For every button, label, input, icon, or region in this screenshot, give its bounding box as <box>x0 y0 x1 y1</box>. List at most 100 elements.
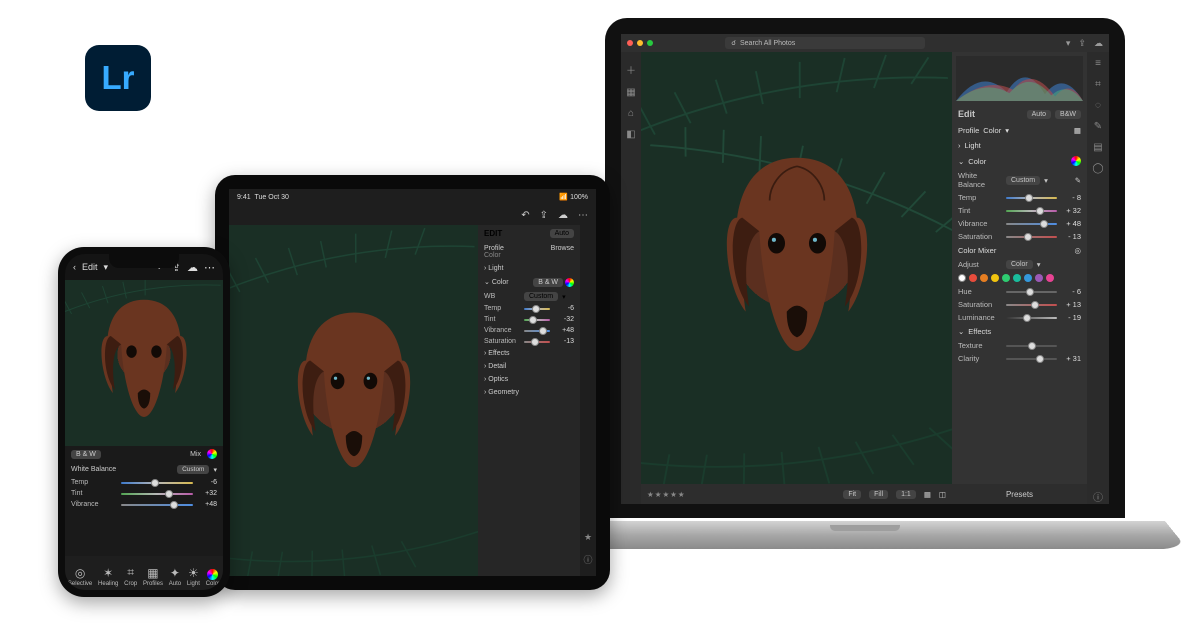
profile-row[interactable]: Profile Browse Color <box>478 242 580 262</box>
slider-tint[interactable]: Tint+32 <box>65 488 223 499</box>
crop-icon[interactable]: ⌗ <box>1095 79 1101 90</box>
slider-track[interactable] <box>1006 236 1057 238</box>
cloud-icon[interactable]: ☁ <box>187 261 198 274</box>
chevron-down-icon[interactable]: ▾ <box>104 262 109 273</box>
wb-dropdown[interactable]: Custom <box>1006 176 1040 185</box>
slider-thumb[interactable] <box>1031 301 1039 309</box>
slider-vibrance[interactable]: Vibrance + 48 <box>952 217 1087 230</box>
slider-track[interactable] <box>1006 197 1057 199</box>
effects-section[interactable]: ⌄ Effects <box>952 324 1087 339</box>
slider-luminance[interactable]: Luminance - 19 <box>952 311 1087 324</box>
more-icon[interactable]: ⋯ <box>204 261 215 274</box>
zoom-fill-button[interactable]: Fill <box>869 490 888 499</box>
slider-track[interactable] <box>121 504 193 506</box>
zoom-1to1-button[interactable]: 1:1 <box>896 490 916 499</box>
slider-saturation[interactable]: Saturation-13 <box>478 336 580 347</box>
slider-track[interactable] <box>1006 210 1057 212</box>
swatch-blue[interactable] <box>1024 274 1032 282</box>
filter-icon[interactable]: ▾ <box>1066 38 1071 49</box>
photo-preview[interactable] <box>65 280 223 446</box>
slider-track[interactable] <box>1006 223 1057 225</box>
bw-button[interactable]: B & W <box>533 278 563 287</box>
back-button[interactable]: ‹ <box>73 262 76 272</box>
slider-tint[interactable]: Tint + 32 <box>952 204 1087 217</box>
slider-thumb[interactable] <box>170 501 178 509</box>
slider-track[interactable] <box>524 341 550 343</box>
slider-track[interactable] <box>1006 358 1057 360</box>
wb-dropdown[interactable]: Custom <box>177 465 209 474</box>
tool-healing[interactable]: ✶Healing <box>98 566 118 587</box>
slider-track[interactable] <box>1006 345 1057 347</box>
optics-section[interactable]: › Optics <box>478 373 580 386</box>
wb-dropdown[interactable]: Custom <box>524 292 558 301</box>
maximize-icon[interactable] <box>647 40 653 46</box>
slider-track[interactable] <box>1006 291 1057 293</box>
color-wheel-icon[interactable] <box>565 278 574 287</box>
compare-icon[interactable]: ◫ <box>939 490 946 499</box>
home-icon[interactable]: ⌂ <box>628 108 634 119</box>
profile-grid-icon[interactable]: ▦ <box>1074 126 1081 135</box>
cloud-icon[interactable]: ☁ <box>1094 38 1103 49</box>
slider-thumb[interactable] <box>539 327 547 335</box>
white-balance-row[interactable]: WB Custom▾ <box>478 290 580 303</box>
radial-gradient-icon[interactable]: ◯ <box>1092 163 1103 174</box>
slider-track[interactable] <box>121 482 193 484</box>
color-wheel-icon[interactable] <box>207 449 217 459</box>
photos-icon[interactable]: ▦ <box>626 87 635 98</box>
slider-texture[interactable]: Texture <box>952 339 1087 352</box>
undo-icon[interactable]: ↶ <box>521 210 529 221</box>
slider-vibrance[interactable]: Vibrance+48 <box>65 499 223 510</box>
swatch-green[interactable] <box>1002 274 1010 282</box>
slider-thumb[interactable] <box>1028 342 1036 350</box>
slider-tint[interactable]: Tint-32 <box>478 314 580 325</box>
swatch-red[interactable] <box>969 274 977 282</box>
presets-button[interactable]: Presets <box>952 484 1087 504</box>
slider-thumb[interactable] <box>529 316 537 324</box>
slider-saturation[interactable]: Saturation - 13 <box>952 230 1087 243</box>
photo-preview[interactable] <box>641 52 952 484</box>
tool-profiles[interactable]: ▦Profiles <box>143 566 163 587</box>
slider-track[interactable] <box>524 319 550 321</box>
effects-section[interactable]: › Effects <box>478 347 580 360</box>
tool-color[interactable]: Color <box>206 569 220 587</box>
slider-track[interactable] <box>524 330 550 332</box>
slider-vibrance[interactable]: Vibrance+48 <box>478 325 580 336</box>
star-icon[interactable]: ★ <box>584 532 592 543</box>
more-icon[interactable]: ⋯ <box>578 210 588 221</box>
rating-stars[interactable]: ★★★★★ <box>647 490 686 499</box>
white-balance-row[interactable]: White Balance Custom ▾ ✎ <box>952 169 1087 191</box>
slider-thumb[interactable] <box>151 479 159 487</box>
swatch-yellow[interactable] <box>991 274 999 282</box>
mixer-adjust-row[interactable]: Adjust Color▾ <box>952 258 1087 271</box>
color-eyedropper-icon[interactable] <box>1071 156 1081 166</box>
slider-thumb[interactable] <box>1023 314 1031 322</box>
search-input[interactable]: ☌ Search All Photos <box>725 37 925 49</box>
detail-section[interactable]: › Detail <box>478 360 580 373</box>
swatch-aqua[interactable] <box>1013 274 1021 282</box>
slider-mixer-saturation[interactable]: Saturation + 13 <box>952 298 1087 311</box>
swatch-orange[interactable] <box>980 274 988 282</box>
minimize-icon[interactable] <box>637 40 643 46</box>
slider-thumb[interactable] <box>1036 207 1044 215</box>
slider-thumb[interactable] <box>1024 233 1032 241</box>
histogram[interactable] <box>956 56 1083 101</box>
slider-thumb[interactable] <box>165 490 173 498</box>
cloud-icon[interactable]: ☁ <box>558 210 568 221</box>
tool-selective[interactable]: ◎Selective <box>68 566 92 587</box>
color-section[interactable]: ⌄ Color B & W <box>478 275 580 290</box>
profile-browse[interactable]: Browse <box>551 245 574 252</box>
geometry-section[interactable]: › Geometry <box>478 386 580 399</box>
slider-temp[interactable]: Temp-6 <box>478 303 580 314</box>
zoom-fit-button[interactable]: Fit <box>843 490 861 499</box>
brush-icon[interactable]: ✎ <box>1094 121 1102 132</box>
slider-thumb[interactable] <box>532 305 540 313</box>
light-section[interactable]: › Light <box>952 138 1087 153</box>
slider-track[interactable] <box>1006 317 1057 319</box>
tool-crop[interactable]: ⌗Crop <box>124 565 137 587</box>
slider-clarity[interactable]: Clarity + 31 <box>952 352 1087 365</box>
swatch-magenta[interactable] <box>1046 274 1054 282</box>
light-section[interactable]: › Light <box>478 262 580 275</box>
slider-thumb[interactable] <box>1036 355 1044 363</box>
bw-button[interactable]: B&W <box>1055 110 1081 119</box>
share-icon[interactable]: ⇪ <box>1078 38 1086 49</box>
